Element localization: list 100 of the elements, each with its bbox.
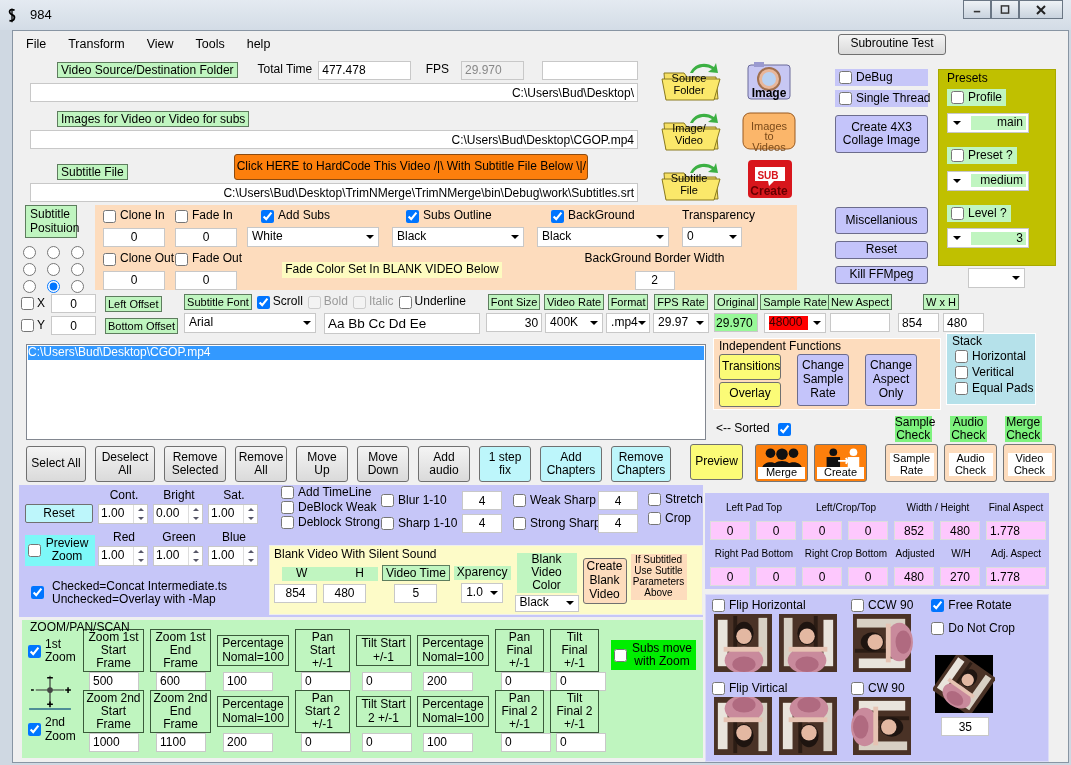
button[interactable]: Move Up [296,446,348,482]
input-field[interactable]: 0 [710,567,750,587]
menu-item[interactable]: Tools [184,36,236,52]
button[interactable]: Select All [26,446,86,482]
checkbox[interactable] [103,252,116,266]
input-field[interactable]: 0 [103,270,165,290]
button[interactable]: Overlay [719,381,781,407]
checkbox[interactable] [281,516,294,530]
input-field[interactable]: 200 [223,732,273,752]
input-field[interactable]: 0 [51,316,96,335]
checkbox[interactable] [955,350,968,364]
button[interactable]: Change Aspect Only [865,354,917,406]
dropdown[interactable]: medium [947,170,1029,191]
input-field[interactable]: 854 [898,313,940,332]
input-field[interactable]: 4 [598,491,638,511]
checkbox[interactable] [281,501,294,515]
checkbox[interactable] [21,319,34,332]
radio-button[interactable] [71,279,84,293]
dropdown[interactable]: 48000 [764,313,827,333]
checkbox[interactable] [951,148,964,162]
checkbox[interactable] [851,682,864,696]
input-field[interactable]: 4 [462,513,502,533]
spin-box[interactable]: 1.00 [208,503,258,524]
radio-button[interactable] [71,245,84,259]
input-field[interactable]: 0 [802,567,842,587]
spin-box[interactable]: 1.00 [98,545,148,566]
checkbox[interactable] [175,209,188,223]
input-field[interactable]: 0 [501,671,551,691]
dropdown[interactable]: Black [537,227,669,247]
input-field[interactable]: 480 [943,313,985,332]
input-field[interactable]: 0 [501,732,551,752]
maximize-button[interactable] [991,0,1019,19]
input-field[interactable]: 0 [848,567,888,587]
checkbox[interactable] [839,71,852,85]
checkbox[interactable] [28,543,41,557]
checkbox[interactable] [614,648,627,662]
input-field[interactable]: 0 [175,227,237,247]
radio-button[interactable] [47,245,60,259]
input-field[interactable]: 4 [462,491,502,511]
checkbox[interactable] [261,209,274,223]
button[interactable]: 1 step fix [479,446,531,482]
spin-box[interactable]: 1.00 [153,545,203,566]
radio-button[interactable] [47,279,60,293]
button[interactable]: Transitions [719,354,781,380]
button[interactable]: Change Sample Rate [797,354,849,406]
checkbox[interactable] [103,209,116,223]
hardcode-button[interactable]: Click HERE to HardCode This Video /|\ With Subtitle File Below \|/ [233,154,588,180]
input-field[interactable]: 100 [423,732,473,752]
button[interactable]: Remove All [235,446,287,482]
button[interactable]: Move Down [357,446,409,482]
merge-button[interactable]: Merge [755,444,808,482]
checkbox[interactable] [28,723,41,737]
menu-item[interactable]: help [235,36,282,52]
checkbox[interactable] [381,494,394,508]
checkbox[interactable] [777,422,791,436]
input-field[interactable]: 0 [802,521,842,541]
input-field[interactable]: 200 [423,671,473,691]
button[interactable]: Remove Selected [164,446,226,482]
input-field[interactable]: 480 [940,521,980,541]
input-field[interactable]: C:\Users\Bud\Desktop\TrimNMerge\TrimNMerge\bin\Debug\work\Subtitles.srt [30,183,638,202]
checkbox[interactable] [839,92,852,106]
checkbox[interactable] [648,512,661,526]
checkbox[interactable] [955,366,968,380]
radio-button[interactable] [23,262,36,276]
input-field[interactable]: 1.778 [986,521,1046,541]
input-field[interactable]: 35 [941,717,990,737]
input-field[interactable]: 0 [362,671,412,691]
subroutine-test-button[interactable]: Subroutine Test [838,33,946,55]
radio-button[interactable] [71,262,84,276]
checkbox[interactable] [31,586,44,600]
checkbox[interactable] [951,206,964,220]
preview-button[interactable]: Preview [690,444,743,480]
spin-box[interactable]: 0.00 [153,503,203,524]
input-field[interactable]: 0 [103,227,165,247]
input-field[interactable]: 0 [362,732,412,752]
dropdown[interactable]: White [247,227,379,247]
checkbox[interactable] [551,209,564,223]
button[interactable]: Add Chapters [540,446,602,482]
checkbox[interactable] [513,516,526,530]
miscellaneous-button[interactable]: Miscellanious [835,207,928,235]
checkbox[interactable] [955,382,968,396]
check-button[interactable]: Sample Rate [885,444,938,482]
kill-ffmpeg-button[interactable]: Kill FFMpeg [835,266,928,285]
input-field[interactable]: 0 [556,732,606,752]
dropdown[interactable]: Arial [184,313,317,333]
input-field[interactable]: 29.970 [714,313,759,332]
icon-button[interactable]: SUB Create [738,159,800,201]
input-field[interactable]: 5 [394,583,438,603]
input-field[interactable]: 477.478 [318,60,411,80]
input-field[interactable]: 0 [756,521,796,541]
input-field[interactable]: Aa Bb Cc Dd Ee [324,313,481,334]
input-field[interactable]: 480 [323,583,366,603]
input-field[interactable]: 270 [940,567,980,587]
icon-button[interactable]: Image [738,59,800,101]
checkbox[interactable] [28,644,41,658]
input-field[interactable]: 1.778 [986,567,1046,587]
menu-item[interactable]: File [15,36,58,52]
input-field[interactable] [541,60,638,80]
dropdown[interactable]: 3 [947,228,1029,249]
checkbox[interactable] [712,599,725,613]
